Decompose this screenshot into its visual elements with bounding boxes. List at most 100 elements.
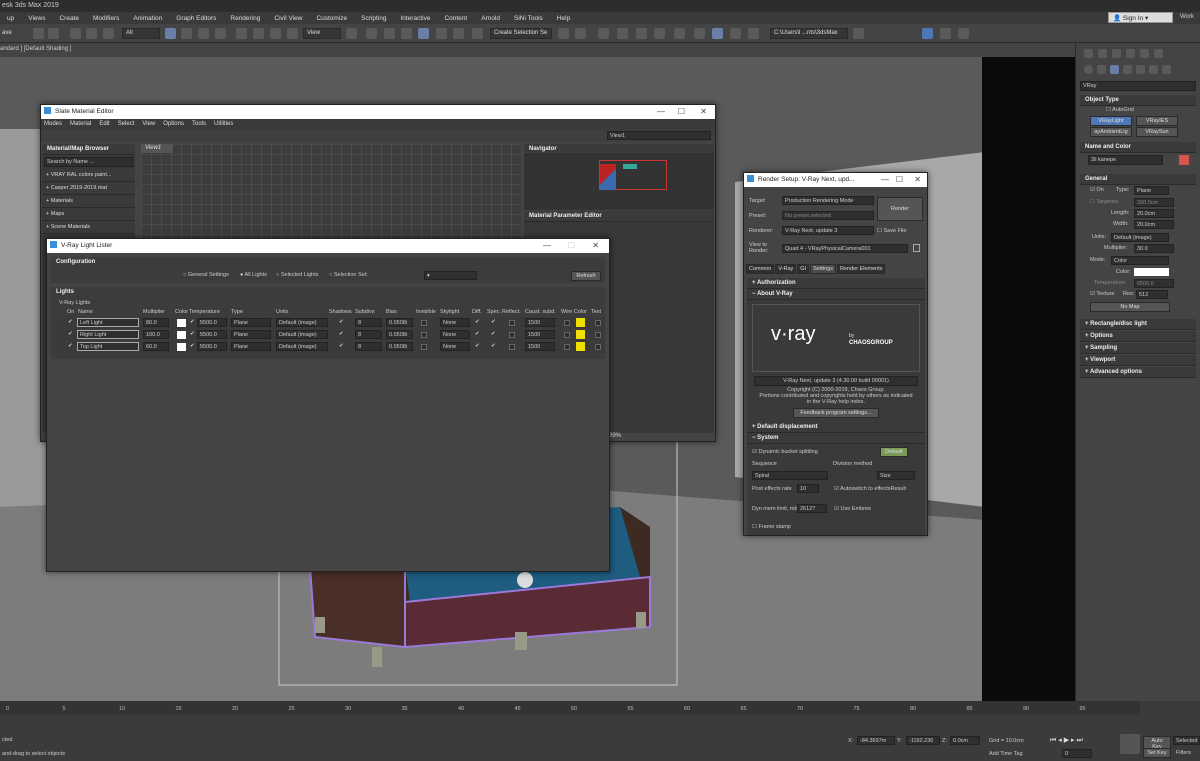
- preset-dropdown[interactable]: No preset selected: [782, 211, 874, 220]
- create-tab-icon[interactable]: [1084, 49, 1093, 58]
- playback-controls[interactable]: ⏮ ◂ ▶ ▸ ⏭: [1050, 736, 1098, 745]
- post-effects-field[interactable]: 10: [797, 484, 819, 493]
- window-crossing-button[interactable]: [215, 28, 226, 39]
- temperature-checkbox[interactable]: ✔: [190, 319, 195, 325]
- rollout-rectangle-disc-light[interactable]: + Rectangle/disc light: [1080, 319, 1196, 330]
- tab-gi[interactable]: GI: [797, 264, 810, 274]
- layer-explorer-button[interactable]: [617, 28, 628, 39]
- render-button[interactable]: [748, 28, 759, 39]
- maximize-button[interactable]: ☐: [896, 175, 903, 184]
- redo-button[interactable]: [48, 28, 59, 39]
- general-settings-radio[interactable]: ○ General Settings: [183, 272, 229, 278]
- x-coordinate-field[interactable]: -84.3697m: [857, 736, 895, 745]
- bias-field[interactable]: 0.0508i: [386, 318, 413, 327]
- target-distance-field[interactable]: 200.0cm: [1134, 198, 1174, 207]
- edit-named-sets-button[interactable]: [472, 28, 483, 39]
- selection-filter-dropdown[interactable]: All: [122, 28, 160, 39]
- key-icon[interactable]: [1120, 734, 1140, 754]
- view-dropdown[interactable]: View1: [607, 131, 711, 140]
- render-title-bar[interactable]: Render Setup: V-Ray Next, upd... — ☐ ✕: [744, 173, 927, 187]
- vrayambientlight-button[interactable]: ayAmbientLig: [1090, 127, 1132, 137]
- slate-menu-view[interactable]: View: [142, 121, 155, 128]
- text-checkbox[interactable]: [595, 320, 601, 326]
- angle-snap-button[interactable]: [418, 28, 429, 39]
- lights-icon[interactable]: [1110, 65, 1119, 74]
- reflect-checkbox[interactable]: [509, 344, 515, 350]
- diffuse-checkbox[interactable]: ✔: [475, 343, 480, 349]
- browser-group[interactable]: + VRAY RAL colors paint...: [42, 169, 135, 182]
- select-by-name-button[interactable]: [181, 28, 192, 39]
- slate-menu-tools[interactable]: Tools: [192, 121, 206, 128]
- skylight-dropdown[interactable]: None: [440, 330, 470, 339]
- vray-frame-buffer-button[interactable]: [958, 28, 969, 39]
- shapes-icon[interactable]: [1097, 65, 1106, 74]
- invisible-checkbox[interactable]: [421, 344, 427, 350]
- selected-lights-radio[interactable]: ○ Selected Lights: [276, 272, 318, 278]
- menu-item-rendering[interactable]: Rendering: [223, 15, 267, 22]
- wire-checkbox[interactable]: [564, 320, 570, 326]
- scale-button[interactable]: [270, 28, 281, 39]
- temperature-checkbox[interactable]: ✔: [190, 331, 195, 337]
- menu-item-civil-view[interactable]: Civil View: [267, 15, 309, 22]
- close-button[interactable]: ✕: [914, 175, 921, 184]
- dynamic-bucket-checkbox[interactable]: ☑ Dynamic bucket splitting: [752, 449, 818, 455]
- type-dropdown[interactable]: Plane: [231, 342, 271, 351]
- tab-v-ray[interactable]: V-Ray: [775, 264, 797, 274]
- refresh-button[interactable]: Refresh: [571, 271, 601, 281]
- render-setup-button[interactable]: [712, 28, 723, 39]
- selection-set-dropdown[interactable]: ▾: [424, 271, 477, 280]
- slate-menu-select[interactable]: Select: [118, 121, 135, 128]
- units-dropdown[interactable]: Default (image): [276, 330, 328, 339]
- light-category-dropdown[interactable]: VRay: [1080, 81, 1196, 91]
- light-color-swatch[interactable]: [177, 343, 186, 351]
- name-color-rollout[interactable]: Name and Color: [1080, 142, 1196, 153]
- slate-menu-material[interactable]: Material: [70, 121, 91, 128]
- unlink-button[interactable]: [86, 28, 97, 39]
- systems-icon[interactable]: [1162, 65, 1171, 74]
- object-name-field[interactable]: 2li kanepe: [1088, 155, 1163, 165]
- feedback-button[interactable]: Feedback program settings...: [793, 408, 879, 418]
- multiplier-field[interactable]: 60.0: [143, 342, 169, 351]
- target-dropdown[interactable]: Production Rendering Mode: [782, 196, 874, 205]
- slate-menu-edit[interactable]: Edit: [99, 121, 109, 128]
- menu-item-arnold[interactable]: Arnold: [474, 15, 507, 22]
- all-lights-radio[interactable]: ● All Lights: [240, 272, 267, 278]
- current-frame-field[interactable]: 0: [1062, 749, 1092, 758]
- wire-color-swatch[interactable]: [576, 318, 585, 327]
- specular-checkbox[interactable]: ✔: [491, 331, 496, 337]
- light-name-field[interactable]: Left Light: [77, 318, 139, 327]
- select-object-button[interactable]: [165, 28, 176, 39]
- system-rollout[interactable]: − System: [747, 433, 925, 444]
- link-button[interactable]: [70, 28, 81, 39]
- vraysun-button[interactable]: VRaySun: [1136, 127, 1178, 137]
- menu-item-customize[interactable]: Customize: [309, 15, 354, 22]
- display-tab-icon[interactable]: [1140, 49, 1149, 58]
- menu-item-help[interactable]: Help: [550, 15, 577, 22]
- units-dropdown[interactable]: Default (image): [276, 318, 328, 327]
- renderer-dropdown[interactable]: V-Ray Next, update 3: [782, 226, 874, 235]
- on-checkbox[interactable]: ☑ On: [1090, 187, 1104, 193]
- tab-render-elements[interactable]: Render Elements: [836, 264, 886, 274]
- diffuse-checkbox[interactable]: ✔: [475, 319, 480, 325]
- add-time-tag-button[interactable]: Add Time Tag: [989, 751, 1023, 757]
- skylight-dropdown[interactable]: None: [440, 342, 470, 351]
- curve-editor-button[interactable]: [654, 28, 665, 39]
- undo-button[interactable]: [33, 28, 44, 39]
- hierarchy-tab-icon[interactable]: [1112, 49, 1121, 58]
- invisible-checkbox[interactable]: [421, 320, 427, 326]
- text-checkbox[interactable]: [595, 332, 601, 338]
- skylight-dropdown[interactable]: None: [440, 318, 470, 327]
- invisible-checkbox[interactable]: [421, 332, 427, 338]
- utilities-tab-icon[interactable]: [1154, 49, 1163, 58]
- reflect-checkbox[interactable]: [509, 320, 515, 326]
- sequence-dropdown[interactable]: Spiral: [752, 471, 828, 480]
- selection-set-radio[interactable]: ○ Selection Set:: [329, 272, 368, 278]
- light-name-field[interactable]: Top Light: [77, 342, 139, 351]
- object-color-swatch[interactable]: [1179, 155, 1189, 165]
- zoom-level[interactable]: 89%: [609, 433, 621, 439]
- y-coordinate-field[interactable]: -1192.236: [906, 736, 940, 745]
- tab-common[interactable]: Common: [746, 264, 775, 274]
- filters-button[interactable]: Filters: [1176, 750, 1191, 756]
- units-dropdown[interactable]: Default (image): [1111, 233, 1169, 242]
- bind-spacewarp-button[interactable]: [103, 28, 114, 39]
